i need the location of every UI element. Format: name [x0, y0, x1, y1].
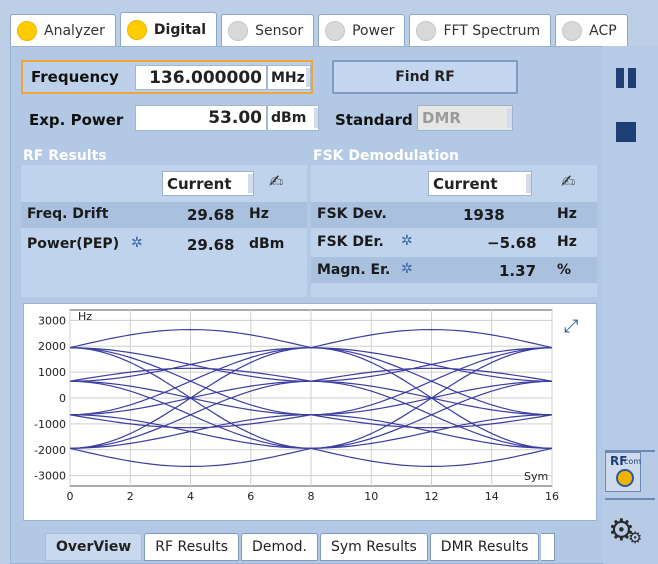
status-led-icon [228, 20, 249, 41]
main-panel: Frequency 136.000000 MHz Find RF Exp. Po… [10, 46, 610, 564]
y-tick-label: 1000 [38, 366, 66, 379]
table-row: Power(PEP) ✲ 29.68 dBm [21, 231, 307, 257]
bottom-tab-bar: OverView RF Results Demod. Sym Results D… [45, 533, 556, 561]
frequency-row: Frequency 136.000000 MHz [21, 60, 313, 94]
status-led-icon [17, 20, 37, 41]
tab-sensor[interactable]: Sensor [221, 14, 315, 46]
tab-label: Analyzer [44, 22, 105, 39]
tab-rf-results[interactable]: RF Results [144, 533, 240, 561]
magn-er-value: 1.37 [499, 262, 537, 280]
rf-results-title: RF Results [23, 148, 107, 164]
tab-label: ACP [589, 22, 617, 39]
y-axis-label: Hz [78, 310, 92, 323]
find-rf-button[interactable]: Find RF [332, 60, 518, 94]
tab-label: FFT Spectrum [443, 22, 541, 39]
x-tick-label: 2 [127, 490, 134, 503]
tab-fft-spectrum[interactable]: FFT Spectrum [409, 14, 552, 46]
fsk-dev-value: 1938 [463, 206, 505, 224]
tab-sym-results[interactable]: Sym Results [319, 533, 428, 561]
small-gear-icon: ⚙ [628, 528, 643, 547]
x-tick-label: 0 [67, 490, 74, 503]
tab-overview[interactable]: OverView [45, 533, 143, 561]
y-tick-label: 0 [59, 392, 66, 405]
exp-power-input[interactable]: 53.00 [135, 105, 267, 131]
settings-gear-icon[interactable]: ✲ [131, 235, 143, 251]
standard-label: Standard [335, 111, 413, 129]
x-tick-label: 14 [485, 490, 499, 503]
eye-diagram-svg: 0 2 4 6 8 10 12 14 16 3000 2000 1000 0 -1000 -2000 -300… [34, 309, 559, 503]
settings-gear-icon[interactable]: ✲ [401, 233, 413, 249]
rfcom-icon[interactable]: RF com [605, 452, 641, 492]
tab-power[interactable]: Power [318, 14, 406, 46]
table-row: FSK Dev. 1938 Hz [311, 202, 597, 228]
magn-er-unit: % [557, 262, 572, 278]
fsk-demod-title: FSK Demodulation [313, 148, 460, 164]
power-pep-label: Power(PEP) [27, 236, 120, 252]
rf-results-mode-select[interactable]: Current [162, 171, 254, 196]
tab-dmr-results[interactable]: DMR Results [429, 533, 540, 561]
y-tick-label: 2000 [38, 340, 66, 353]
app-window: Analyzer Digital Sensor Power FFT Spectr… [0, 0, 658, 564]
edit-icon[interactable]: ✍ [269, 172, 283, 192]
table-row: FSK DEr. ✲ −5.68 Hz [311, 229, 597, 255]
tab-demod[interactable]: Demod. [241, 533, 318, 561]
power-pep-unit: dBm [249, 236, 285, 252]
x-tick-label: 6 [247, 490, 254, 503]
fsk-dev-unit: Hz [557, 206, 577, 222]
fsk-dev-label: FSK Dev. [317, 206, 387, 222]
x-tick-label: 4 [187, 490, 194, 503]
y-tick-label: -1000 [34, 418, 66, 431]
edit-icon[interactable]: ✍ [561, 172, 575, 192]
frequency-unit-select[interactable]: MHz [267, 65, 311, 90]
status-led-icon [325, 20, 346, 41]
fsk-demod-panel: Current ✍ FSK Dev. 1938 Hz FSK DEr. ✲ −5… [311, 165, 597, 297]
table-row: Freq. Drift 29.68 Hz [21, 202, 307, 228]
fsk-der-label: FSK DEr. [317, 234, 384, 250]
expand-icon[interactable]: ⤢ [564, 316, 578, 337]
magn-er-label: Magn. Er. [317, 262, 391, 278]
stop-icon[interactable] [616, 122, 636, 142]
status-led-icon [126, 19, 147, 40]
exp-power-label: Exp. Power [29, 111, 124, 129]
tab-label: Sensor [255, 22, 304, 39]
frequency-input[interactable]: 136.000000 [135, 65, 267, 90]
eye-diagram-chart: 0 2 4 6 8 10 12 14 16 3000 2000 1000 0 -1000 -2000 -300… [23, 303, 597, 521]
x-tick-label: 16 [545, 490, 559, 503]
tab-label: Digital [153, 21, 207, 38]
fsk-der-value: −5.68 [487, 234, 537, 252]
fsk-der-unit: Hz [557, 234, 577, 250]
x-tick-label: 8 [308, 490, 315, 503]
x-axis-label: Sym [524, 470, 548, 483]
power-pep-value: 29.68 [187, 236, 235, 254]
standard-select[interactable]: DMR [417, 105, 513, 131]
pause-icon[interactable] [616, 68, 624, 88]
freq-drift-unit: Hz [249, 206, 269, 222]
rf-results-panel: Current ✍ Freq. Drift 29.68 Hz Power(PEP… [21, 165, 307, 297]
tab-digital[interactable]: Digital [119, 12, 218, 46]
freq-drift-label: Freq. Drift [27, 206, 109, 222]
exp-power-unit-select[interactable]: dBm [267, 105, 319, 131]
y-tick-label: -3000 [34, 470, 66, 483]
tab-analyzer[interactable]: Analyzer [10, 14, 116, 46]
x-tick-label: 12 [425, 490, 439, 503]
fsk-mode-select[interactable]: Current [428, 171, 532, 196]
y-tick-label: 3000 [38, 314, 66, 327]
tab-overflow-indicator[interactable] [541, 533, 556, 561]
tab-label: Power [352, 22, 395, 39]
status-led-icon [562, 20, 583, 41]
tab-acp[interactable]: ACP [555, 14, 628, 46]
divider [605, 498, 655, 500]
x-tick-label: 10 [364, 490, 378, 503]
freq-drift-value: 29.68 [187, 206, 235, 224]
pause-icon-bar[interactable] [628, 68, 636, 88]
status-led-icon [416, 20, 437, 41]
table-row: Magn. Er. ✲ 1.37 % [311, 257, 597, 283]
frequency-label: Frequency [31, 68, 119, 86]
y-tick-label: -2000 [34, 444, 66, 457]
settings-gear-icon[interactable]: ✲ [401, 261, 413, 277]
top-tab-bar: Analyzer Digital Sensor Power FFT Spectr… [10, 12, 628, 46]
